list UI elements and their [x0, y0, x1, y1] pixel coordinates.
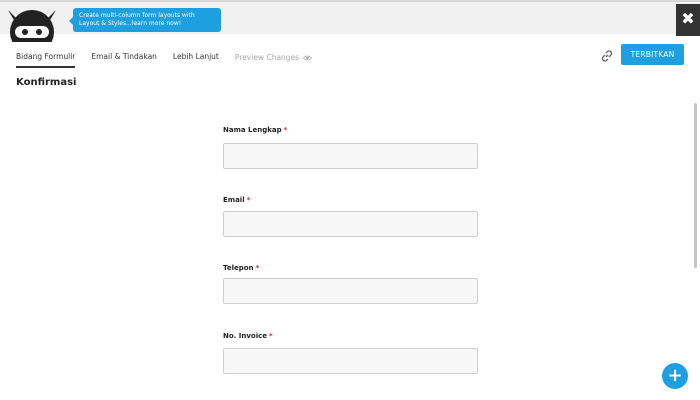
tab-bar: Bidang Formulir Email & Tindakan Lebih L…: [16, 52, 328, 68]
tab-bidang-formulir[interactable]: Bidang Formulir: [16, 52, 76, 68]
ninja-logo-icon: [8, 10, 56, 42]
link-icon[interactable]: [600, 49, 614, 63]
tab-email-tindakan[interactable]: Email & Tindakan: [91, 52, 157, 68]
add-field-button[interactable]: +: [662, 363, 688, 389]
required-marker: *: [269, 332, 273, 340]
tab-preview-changes[interactable]: Preview Changes: [234, 52, 313, 68]
field-label-text: Telepon: [223, 264, 254, 272]
field-label-text: No. Invoice: [223, 332, 268, 340]
field-label-no-invoice: No. Invoice *: [223, 332, 273, 340]
vertical-scrollbar[interactable]: [694, 103, 697, 268]
publish-button[interactable]: TERBITKAN: [621, 44, 684, 65]
nama-lengkap-field[interactable]: [223, 143, 478, 169]
top-bar: Create multi-column form layouts with La…: [0, 0, 700, 42]
field-label-text: Email: [223, 196, 245, 204]
tab-lebih-lanjut[interactable]: Lebih Lanjut: [173, 52, 219, 68]
telepon-field[interactable]: [223, 278, 478, 304]
page-title: Konfirmasi: [16, 77, 77, 88]
no-invoice-field[interactable]: [223, 348, 478, 374]
required-marker: *: [246, 196, 251, 204]
required-marker: *: [283, 126, 288, 134]
eye-icon: [303, 55, 313, 60]
tab-preview-label: Preview Changes: [234, 53, 300, 62]
field-label-email: Email *: [223, 196, 250, 204]
field-label-telepon: Telepon *: [223, 264, 259, 272]
field-label-nama-lengkap: Nama Lengkap *: [223, 126, 287, 134]
email-field[interactable]: [223, 211, 478, 237]
close-button[interactable]: ✖: [676, 4, 700, 36]
field-label-text: Nama Lengkap: [223, 126, 282, 134]
promo-tooltip[interactable]: Create multi-column form layouts with La…: [69, 8, 221, 32]
required-marker: *: [255, 264, 260, 272]
